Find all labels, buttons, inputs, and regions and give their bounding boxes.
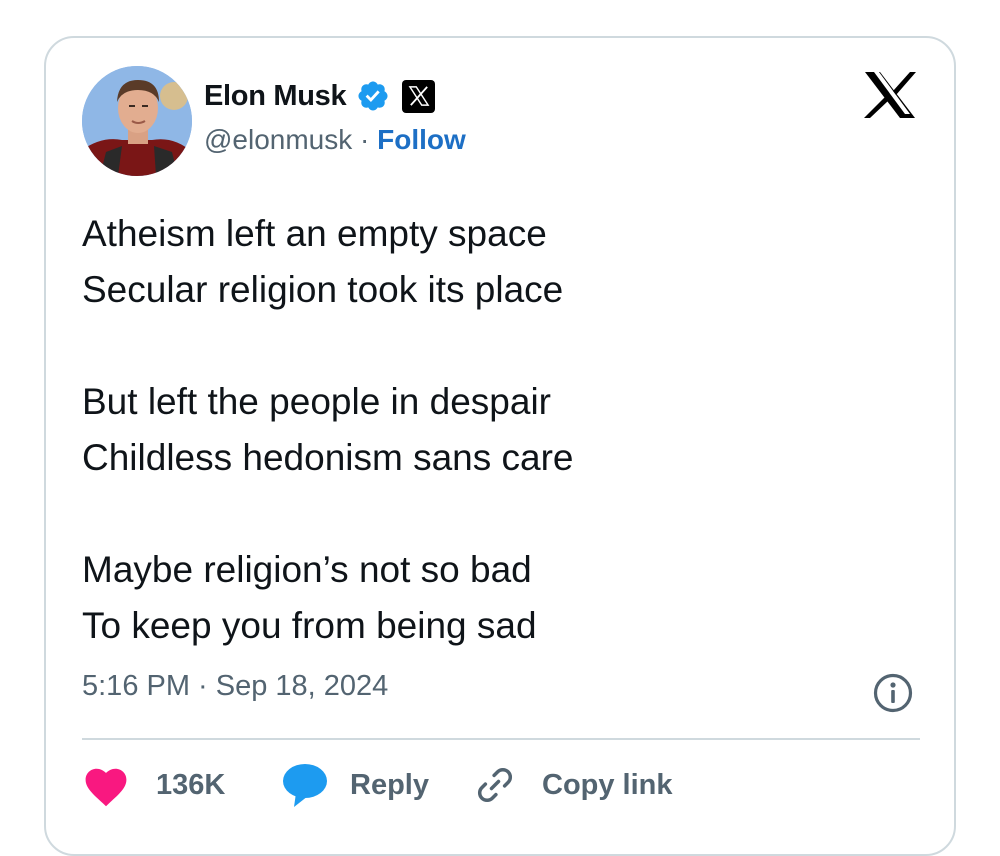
- info-icon[interactable]: [872, 672, 914, 714]
- action-bar: 136K Reply Copy link: [82, 760, 922, 810]
- tweet-line: Maybe religion’s not so bad: [82, 549, 532, 590]
- follow-button[interactable]: Follow: [377, 124, 466, 155]
- verified-check-icon: [358, 81, 388, 111]
- tweet-line: Secular religion took its place: [82, 269, 564, 310]
- heart-icon: [85, 768, 127, 807]
- avatar-image: [82, 66, 192, 176]
- like-button[interactable]: 136K: [82, 760, 225, 810]
- author-name[interactable]: Elon Musk: [204, 80, 347, 113]
- x-logo-icon: [408, 86, 430, 106]
- tweet-text: Atheism left an empty space Secular reli…: [82, 206, 574, 654]
- avatar[interactable]: [82, 66, 192, 176]
- x-affiliation-badge: [402, 79, 436, 113]
- author-handle[interactable]: @elonmusk: [204, 124, 352, 155]
- reply-bubble-icon: [283, 764, 327, 807]
- tweet-line: Atheism left an empty space: [82, 213, 547, 254]
- tweet-line: Childless hedonism sans care: [82, 437, 574, 478]
- tweet-line: To keep you from being sad: [82, 605, 537, 646]
- author-name-row: Elon Musk: [204, 76, 436, 116]
- separator: ·: [352, 124, 378, 155]
- copy-link-label: Copy link: [542, 768, 673, 801]
- divider: [82, 738, 920, 740]
- tweet-line: But left the people in despair: [82, 381, 551, 422]
- tweet-line: [82, 318, 574, 374]
- copy-link-button[interactable]: Copy link: [474, 760, 673, 810]
- handle-row: @elonmusk · Follow: [204, 124, 466, 156]
- tweet-timestamp[interactable]: 5:16 PM · Sep 18, 2024: [82, 670, 388, 703]
- like-count: 136K: [156, 768, 226, 801]
- link-icon: [477, 767, 513, 803]
- reply-button[interactable]: Reply: [282, 760, 429, 810]
- tweet-line: [82, 486, 574, 542]
- x-logo-icon[interactable]: [862, 70, 918, 120]
- reply-label: Reply: [350, 768, 429, 801]
